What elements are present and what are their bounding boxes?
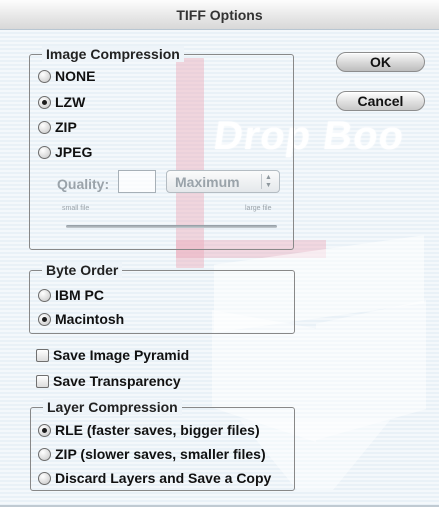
image-compression-none-label: NONE — [55, 68, 96, 84]
image-compression-jpeg-label: JPEG — [55, 144, 93, 160]
image-compression-none-option[interactable]: NONE — [38, 68, 95, 84]
quality-select[interactable]: Maximum ▲ ▼ — [166, 170, 280, 193]
save-transparency-label: Save Transparency — [53, 373, 181, 389]
image-compression-zip-label: ZIP — [55, 119, 77, 135]
radio-button-icon[interactable] — [38, 69, 51, 83]
checkbox-icon[interactable] — [36, 374, 49, 388]
quality-select-value: Maximum — [175, 173, 240, 190]
save-transparency-checkbox-row[interactable]: Save Transparency — [36, 373, 181, 389]
layer-compression-title: Layer Compression — [43, 399, 182, 415]
layer-compression-zip-label: ZIP (slower saves, smaller files) — [55, 446, 266, 462]
image-compression-zip-option[interactable]: ZIP — [38, 119, 77, 135]
quality-slider-track[interactable] — [66, 225, 277, 228]
radio-button-selected-icon[interactable] — [38, 312, 51, 326]
image-compression-lzw-option[interactable]: LZW — [38, 94, 85, 110]
save-image-pyramid-label: Save Image Pyramid — [53, 347, 190, 363]
image-compression-lzw-label: LZW — [55, 94, 86, 110]
radio-button-icon[interactable] — [38, 447, 51, 461]
byte-order-ibm-pc-label: IBM PC — [55, 287, 104, 303]
checkbox-icon[interactable] — [36, 348, 49, 362]
radio-button-selected-icon[interactable] — [38, 423, 51, 437]
quality-label: Quality: — [57, 176, 110, 192]
radio-button-icon[interactable] — [38, 145, 51, 159]
window-titlebar: TIFF Options — [0, 0, 439, 30]
down-arrow-icon: ▼ — [265, 182, 272, 189]
radio-button-icon[interactable] — [38, 288, 51, 302]
layer-compression-rle-option[interactable]: RLE (faster saves, bigger files) — [38, 422, 260, 438]
radio-button-selected-icon[interactable] — [38, 95, 51, 109]
tiff-options-dialog: TIFF Options Drop Boo OK Cancel Image Co… — [0, 0, 439, 507]
layer-compression-zip-option[interactable]: ZIP (slower saves, smaller files) — [38, 446, 266, 462]
watermark-box-right-face — [316, 300, 426, 440]
image-compression-title: Image Compression — [42, 46, 184, 62]
large-file-caption: large file — [245, 205, 272, 212]
window-title: TIFF Options — [176, 6, 263, 23]
cancel-button[interactable]: Cancel — [336, 91, 425, 111]
quality-input[interactable] — [118, 170, 156, 193]
byte-order-macintosh-label: Macintosh — [55, 311, 125, 327]
cancel-button-label: Cancel — [357, 93, 404, 109]
ok-button[interactable]: OK — [336, 52, 425, 72]
image-compression-jpeg-option[interactable]: JPEG — [38, 144, 92, 160]
up-arrow-icon: ▲ — [265, 174, 272, 181]
save-image-pyramid-checkbox-row[interactable]: Save Image Pyramid — [36, 347, 189, 363]
ok-button-label: OK — [370, 54, 391, 70]
layer-compression-rle-label: RLE (faster saves, bigger files) — [55, 422, 260, 438]
byte-order-title: Byte Order — [42, 262, 123, 278]
byte-order-ibm-pc-option[interactable]: IBM PC — [38, 287, 104, 303]
layer-compression-discard-label: Discard Layers and Save a Copy — [55, 470, 272, 486]
byte-order-macintosh-option[interactable]: Macintosh — [38, 311, 124, 327]
small-file-caption: small file — [62, 205, 90, 212]
radio-button-icon[interactable] — [38, 471, 51, 485]
up-down-arrows-icon: ▲ ▼ — [261, 174, 275, 189]
layer-compression-discard-option[interactable]: Discard Layers and Save a Copy — [38, 470, 271, 486]
radio-button-icon[interactable] — [38, 120, 51, 134]
